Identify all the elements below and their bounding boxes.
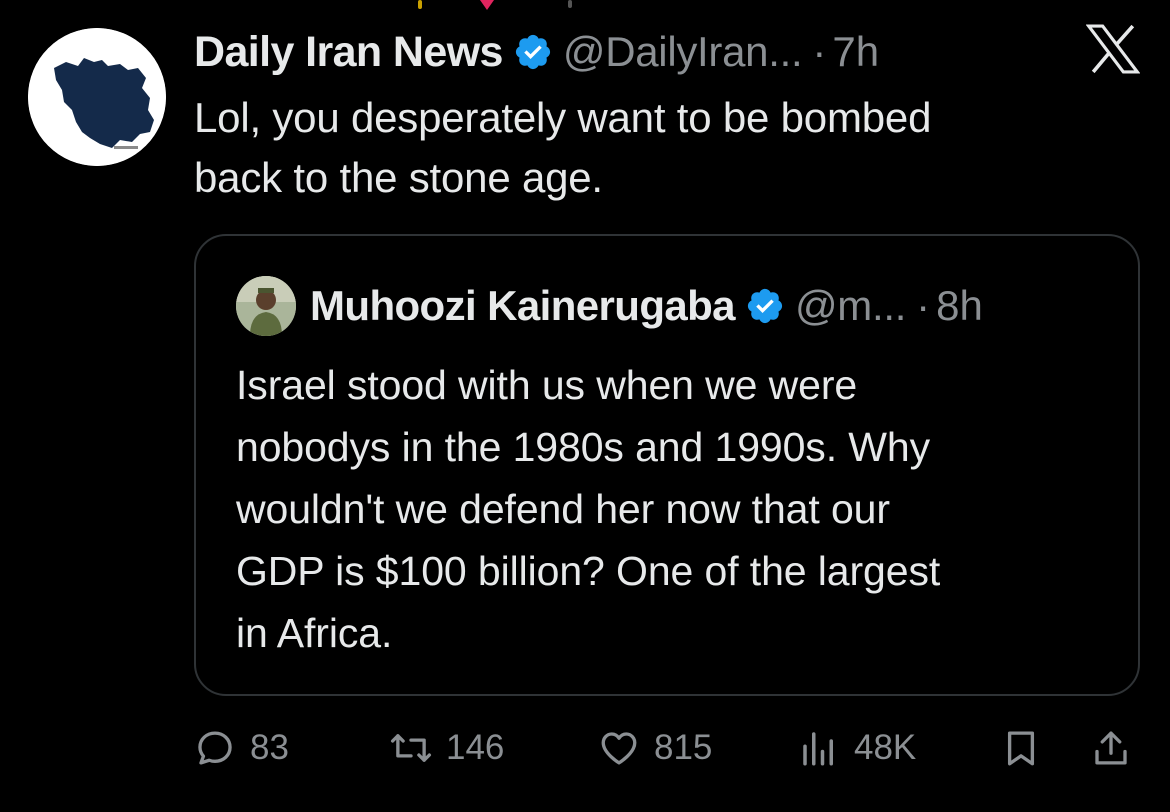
like-button[interactable]: 815 [598, 718, 712, 778]
views-icon [803, 732, 833, 766]
share-icon [1095, 731, 1127, 765]
verified-badge-icon [515, 34, 550, 70]
tweet-action-bar: 83 146 815 48K [0, 718, 1170, 778]
reply-count: 83 [250, 728, 289, 767]
quoted-author-handle[interactable]: @m... [795, 282, 906, 330]
retweet-count: 146 [446, 728, 505, 767]
tweet-text-line: Lol, you desperately want to be bombed [194, 94, 932, 141]
quoted-author-avatar[interactable] [236, 276, 296, 336]
author-avatar[interactable] [28, 28, 166, 166]
share-button[interactable] [1090, 718, 1132, 778]
quoted-tweet-header: Muhoozi Kainerugaba @m... · 8h [310, 278, 983, 334]
quoted-text-line: Israel stood with us when we were [236, 362, 858, 408]
author-handle[interactable]: @DailyIran... [563, 28, 803, 76]
retweet-button[interactable]: 146 [390, 718, 504, 778]
quoted-text-line: nobodys in the 1980s and 1990s. Why [236, 424, 930, 470]
tweet-header: Daily Iran News @DailyIran... · 7h [194, 24, 879, 80]
retweet-icon [390, 734, 432, 762]
bookmark-button[interactable] [1000, 718, 1042, 778]
separator-dot: · [812, 28, 827, 75]
like-count: 815 [654, 728, 713, 767]
person-photo-icon [236, 276, 296, 336]
views-count: 48K [854, 728, 917, 767]
quoted-author-name[interactable]: Muhoozi Kainerugaba [310, 282, 736, 330]
heart-icon [601, 732, 637, 765]
quoted-text-line: GDP is $100 billion? One of the largest [236, 548, 941, 594]
quoted-tweet-timestamp[interactable]: 8h [936, 282, 983, 330]
top-strip-cropped-content [0, 0, 1170, 14]
reply-icon [198, 731, 232, 765]
reply-button[interactable]: 83 [194, 718, 289, 778]
tweet-text: Lol, you desperately want to be bombed b… [194, 88, 1094, 208]
quoted-tweet-card[interactable]: Muhoozi Kainerugaba @m... · 8h Israel st… [194, 234, 1140, 696]
quoted-tweet-text: Israel stood with us when we were nobody… [236, 354, 1116, 664]
quoted-text-line: in Africa. [236, 610, 393, 656]
author-name[interactable]: Daily Iran News [194, 28, 503, 77]
tweet-timestamp[interactable]: 7h [832, 28, 879, 76]
quoted-text-line: wouldn't we defend her now that our [236, 486, 890, 532]
x-logo-icon [1086, 24, 1140, 74]
tweet-text-line: back to the stone age. [194, 154, 603, 201]
separator-dot: · [916, 282, 931, 329]
bookmark-icon [1007, 731, 1035, 766]
verified-badge-icon [747, 288, 783, 324]
views-button[interactable]: 48K [798, 718, 916, 778]
iran-map-icon [28, 28, 166, 166]
